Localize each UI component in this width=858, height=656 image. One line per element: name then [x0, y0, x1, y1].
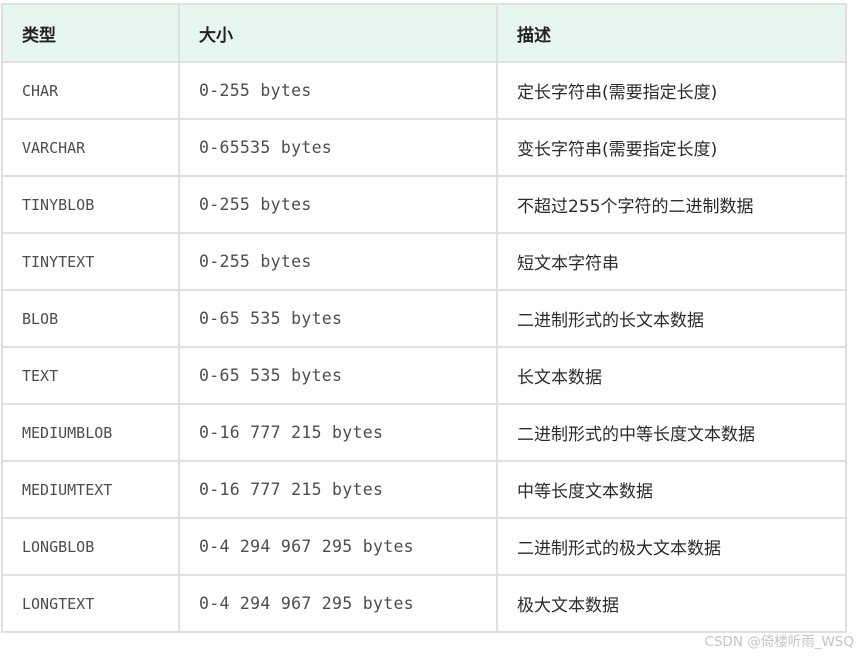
description-cell: 长文本数据 — [496, 346, 847, 405]
header-description: 描述 — [496, 3, 847, 63]
table-row: MEDIUMBLOB 0-16 777 215 bytes 二进制形式的中等长度… — [1, 403, 847, 462]
table-row: TINYBLOB 0-255 bytes 不超过255个字符的二进制数据 — [1, 175, 847, 234]
table-row: BLOB 0-65 535 bytes 二进制形式的长文本数据 — [1, 289, 847, 348]
size-cell: 0-65 535 bytes — [178, 289, 498, 348]
size-cell: 0-255 bytes — [178, 232, 498, 291]
csdn-watermark: CSDN @倚楼听雨_WSQ — [704, 634, 854, 650]
type-cell: LONGTEXT — [1, 574, 180, 633]
type-cell: CHAR — [1, 61, 180, 120]
description-cell: 二进制形式的中等长度文本数据 — [496, 403, 847, 462]
description-cell: 极大文本数据 — [496, 574, 847, 633]
table-row: TEXT 0-65 535 bytes 长文本数据 — [1, 346, 847, 405]
description-cell: 短文本字符串 — [496, 232, 847, 291]
size-cell: 0-255 bytes — [178, 61, 498, 120]
type-cell: TINYTEXT — [1, 232, 180, 291]
description-cell: 中等长度文本数据 — [496, 460, 847, 519]
mysql-string-types-table: 类型 大小 描述 CHAR 0-255 bytes 定长字符串(需要指定长度) … — [1, 3, 847, 633]
size-cell: 0-65 535 bytes — [178, 346, 498, 405]
table-row: LONGTEXT 0-4 294 967 295 bytes 极大文本数据 — [1, 574, 847, 633]
size-cell: 0-4 294 967 295 bytes — [178, 517, 498, 576]
header-type: 类型 — [1, 3, 180, 63]
size-cell: 0-4 294 967 295 bytes — [178, 574, 498, 633]
size-cell: 0-16 777 215 bytes — [178, 460, 498, 519]
table-header: 类型 大小 描述 — [1, 3, 847, 63]
size-cell: 0-255 bytes — [178, 175, 498, 234]
table-row: VARCHAR 0-65535 bytes 变长字符串(需要指定长度) — [1, 118, 847, 177]
type-cell: MEDIUMBLOB — [1, 403, 180, 462]
description-cell: 二进制形式的极大文本数据 — [496, 517, 847, 576]
table-row: MEDIUMTEXT 0-16 777 215 bytes 中等长度文本数据 — [1, 460, 847, 519]
size-cell: 0-16 777 215 bytes — [178, 403, 498, 462]
type-cell: MEDIUMTEXT — [1, 460, 180, 519]
type-cell: BLOB — [1, 289, 180, 348]
header-size: 大小 — [178, 3, 498, 63]
description-cell: 定长字符串(需要指定长度) — [496, 61, 847, 120]
table-body: CHAR 0-255 bytes 定长字符串(需要指定长度) VARCHAR 0… — [1, 61, 847, 633]
header-row: 类型 大小 描述 — [1, 3, 847, 63]
description-cell: 变长字符串(需要指定长度) — [496, 118, 847, 177]
type-cell: VARCHAR — [1, 118, 180, 177]
table-row: LONGBLOB 0-4 294 967 295 bytes 二进制形式的极大文… — [1, 517, 847, 576]
size-cell: 0-65535 bytes — [178, 118, 498, 177]
description-cell: 不超过255个字符的二进制数据 — [496, 175, 847, 234]
description-cell: 二进制形式的长文本数据 — [496, 289, 847, 348]
table-row: TINYTEXT 0-255 bytes 短文本字符串 — [1, 232, 847, 291]
table-row: CHAR 0-255 bytes 定长字符串(需要指定长度) — [1, 61, 847, 120]
type-cell: TINYBLOB — [1, 175, 180, 234]
type-cell: LONGBLOB — [1, 517, 180, 576]
type-cell: TEXT — [1, 346, 180, 405]
